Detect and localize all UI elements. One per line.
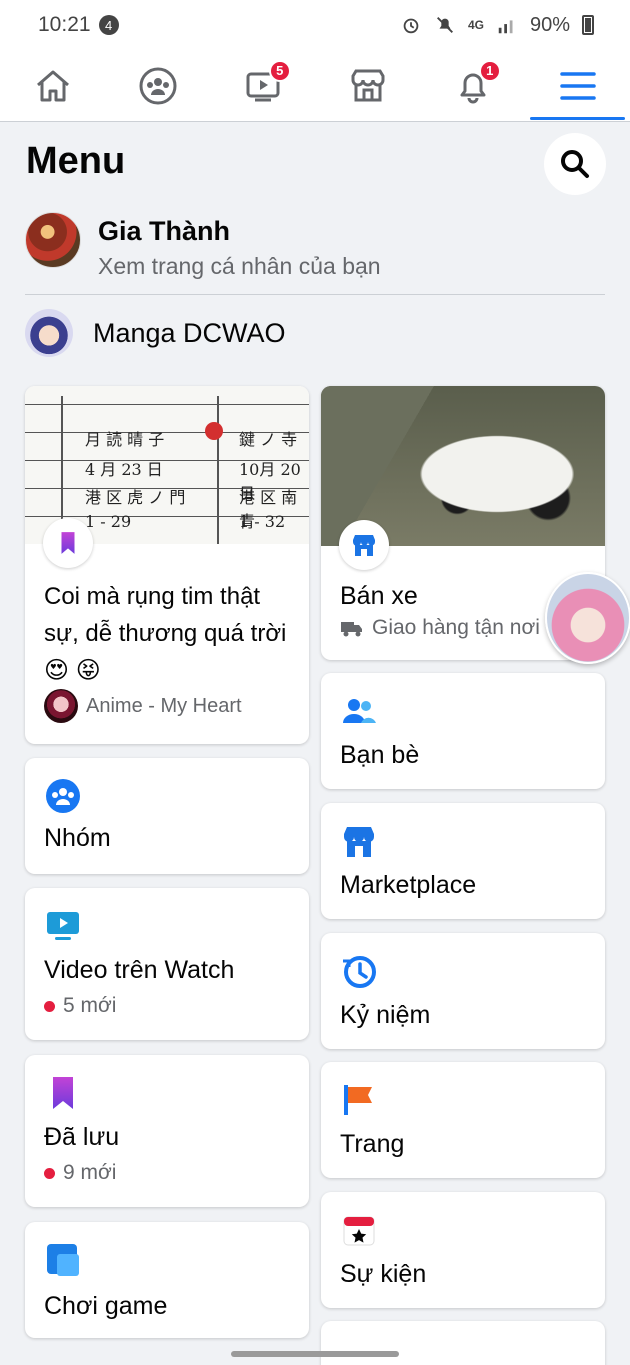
new-dot (44, 1167, 55, 1179)
source-avatar (44, 689, 78, 723)
friends-icon (343, 699, 376, 723)
shortcut-partial[interactable] (321, 1321, 605, 1365)
battery-percent: 90% (529, 13, 570, 36)
nav-watch[interactable]: 5 (210, 50, 315, 122)
marketplace-icon (351, 69, 384, 101)
top-navigation: 5 1 (0, 50, 630, 122)
watch-video-icon (47, 912, 79, 940)
listing-title: Bán xe (340, 582, 418, 610)
shortcut-watch[interactable]: Video trên Watch 5 mới (25, 888, 309, 1040)
search-icon (561, 150, 589, 178)
nav-home[interactable] (0, 50, 105, 122)
marketplace-icon (353, 535, 375, 556)
shortcut-saved[interactable]: Đã lưu 9 mới (25, 1055, 309, 1207)
home-icon (36, 70, 69, 101)
delivery-truck-icon (341, 622, 362, 637)
source-name: Anime - My Heart (86, 694, 242, 717)
notification-count-badge: 4 (98, 15, 119, 35)
shortcut-events[interactable]: Sự kiện (321, 1192, 605, 1308)
bookmark-icon (53, 1077, 73, 1109)
battery-icon (582, 15, 594, 35)
hamburger-menu-icon (559, 71, 596, 100)
new-dot (44, 1000, 55, 1012)
marketplace-badge (339, 520, 389, 570)
nav-notifications[interactable]: 1 (420, 50, 525, 122)
bookmark-icon (61, 532, 75, 554)
shortcut-gaming[interactable]: Chơi game (25, 1222, 309, 1338)
groups-icon (46, 779, 80, 813)
shortcut-label: Nhóm (44, 824, 111, 852)
shortcut-label: Chơi game (44, 1292, 168, 1320)
shortcut-label: Trang (340, 1130, 405, 1158)
page-title: Menu (26, 140, 126, 182)
shortcut-label: Bạn bè (340, 741, 420, 769)
shortcut-label: Marketplace (340, 871, 477, 899)
nav-groups[interactable] (105, 50, 210, 122)
shortcut-label: Sự kiện (340, 1260, 427, 1288)
status-bar: 10:21 4 4G 90% (0, 0, 630, 50)
shortcut-label: Đã lưu (44, 1123, 120, 1151)
listing-subtitle-text: Giao hàng tận nơi (372, 616, 540, 639)
pages-flag-icon (344, 1085, 372, 1115)
profile-name: Gia Thành (98, 216, 231, 246)
saved-post-card[interactable]: 月 読 晴 子 鍵 ノ 寺 4 月 23 日 10月 20日 港 区 虎 ノ 門… (25, 386, 309, 744)
shortcut-label: Kỷ niệm (340, 1001, 431, 1029)
nav-menu[interactable] (525, 50, 630, 122)
gaming-icon (47, 1244, 79, 1276)
shortcut-groups[interactable]: Nhóm (25, 758, 309, 874)
divider (25, 294, 605, 295)
shortcut-marketplace[interactable]: Marketplace (321, 803, 605, 919)
mute-icon (434, 14, 456, 36)
profile-subtitle: Xem trang cá nhân của bạn (98, 253, 381, 279)
page-name: Manga DCWAO (93, 317, 286, 348)
marketplace-icon (344, 827, 374, 857)
network-type: 4G (467, 18, 484, 32)
post-text: Coi mà rụng tim thật sự, dễ thương quá t… (44, 583, 287, 684)
avatar (25, 212, 81, 268)
signal-icon (496, 14, 518, 36)
shortcut-memories[interactable]: Kỷ niệm (321, 933, 605, 1049)
shortcut-pages[interactable]: Trang (321, 1062, 605, 1178)
shortcut-label: Video trên Watch (44, 956, 235, 984)
events-calendar-icon (343, 1216, 375, 1246)
page-avatar (25, 309, 73, 357)
new-count: 5 mới (63, 994, 117, 1017)
shortcut-sub: 9 mới (44, 1161, 116, 1185)
new-count: 9 mới (63, 1161, 117, 1184)
alarm-icon (400, 14, 422, 36)
memories-clock-icon (343, 956, 376, 988)
profile-row[interactable]: Gia Thành Xem trang cá nhân của bạn (25, 212, 605, 294)
watch-badge: 5 (268, 59, 291, 82)
home-indicator[interactable] (231, 1351, 399, 1357)
chat-head-bubble[interactable] (545, 572, 630, 664)
clock: 10:21 (38, 13, 91, 36)
nav-marketplace[interactable] (315, 50, 420, 122)
search-button[interactable] (544, 133, 606, 195)
listing-subtitle: Giao hàng tận nơi (340, 616, 540, 640)
notifications-badge: 1 (478, 59, 501, 82)
page-row[interactable]: Manga DCWAO (25, 308, 605, 358)
post-source: Anime - My Heart (44, 689, 242, 723)
saved-badge (43, 518, 93, 568)
groups-icon (139, 67, 176, 104)
shortcut-sub: 5 mới (44, 994, 116, 1018)
shortcut-friends[interactable]: Bạn bè (321, 673, 605, 789)
